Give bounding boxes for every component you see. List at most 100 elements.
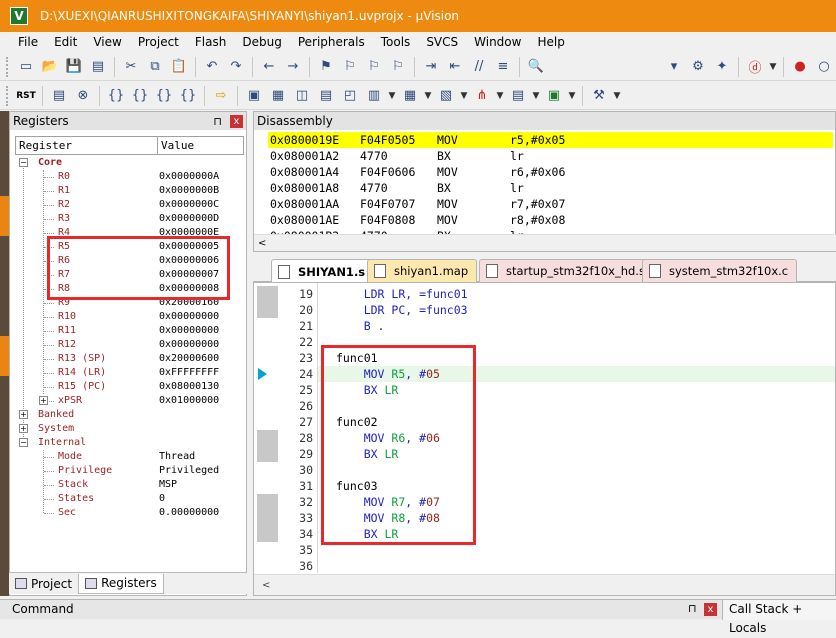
register-row[interactable]: R10 0x00000000 [10,310,246,324]
register-group-internal[interactable]: Internal [10,436,246,450]
editor-tab[interactable]: shiyan1.map [367,259,478,282]
register-row[interactable]: States 0 [10,492,246,506]
tab-registers[interactable]: Registers [78,573,164,594]
register-row[interactable]: Stack MSP [10,478,246,492]
menu-item-view[interactable]: View [85,35,129,49]
find-in-files-icon[interactable]: 🔍 [526,57,546,77]
executable-line-marker[interactable] [257,446,278,462]
register-row[interactable]: Mode Thread [10,450,246,464]
chevron-down-icon[interactable]: ▼ [566,86,578,106]
enable-breakpoint-icon[interactable]: ○ [814,57,834,77]
chevron-down-icon[interactable]: ▼ [386,86,398,106]
run-icon[interactable]: ▤ [49,86,69,106]
analysis-window-icon[interactable]: ⋔ [472,86,492,106]
step-into-icon[interactable]: {} [106,86,126,106]
disassembly-line[interactable]: 0x080001AE F04F0808 MOV r8,#0x08 [268,212,833,228]
chevron-down-icon[interactable]: ▼ [458,86,470,106]
editor-tab[interactable]: SHIYAN1.s [271,259,375,283]
bookmark-icon[interactable]: ⚑ [316,57,336,77]
register-group-core[interactable]: Core [10,156,246,170]
indent-icon[interactable]: ⇥ [421,57,441,77]
register-row[interactable]: xPSR 0x01000000 [10,394,246,408]
show-next-statement-icon[interactable]: ⇨ [211,86,231,106]
disassembly-line[interactable]: 0x080001A2 4770 BX lr [268,148,833,164]
editor-horizontal-scrollbar[interactable]: < [254,574,835,595]
tab-project[interactable]: Project [9,574,78,594]
register-row[interactable]: R11 0x00000000 [10,324,246,338]
executable-line-marker[interactable] [257,510,278,526]
memory-window-icon[interactable]: ▦ [400,86,420,106]
comment-icon[interactable]: // [469,57,489,77]
menu-item-tools[interactable]: Tools [373,35,419,49]
register-row[interactable]: R2 0x0000000C [10,198,246,212]
executable-line-marker[interactable] [257,286,278,302]
reset-icon[interactable]: RST [16,86,36,106]
save-icon[interactable]: 💾 [64,57,84,77]
register-row[interactable]: Privilege Privileged [10,464,246,478]
menu-item-file[interactable]: File [0,35,46,49]
disassembly-line[interactable]: 0x080001AA F04F0707 MOV r7,#0x07 [268,196,833,212]
chevron-down-icon[interactable]: ▼ [494,86,506,106]
next-bookmark-icon[interactable]: ⚐ [364,57,384,77]
close-icon[interactable]: x [230,114,243,128]
open-file-icon[interactable]: 📂 [40,57,60,77]
menu-item-svcs[interactable]: SVCS [418,35,466,49]
register-group-banked[interactable]: Banked [10,408,246,422]
register-row[interactable]: R0 0x0000000A [10,170,246,184]
pin-icon[interactable]: ⊓ [213,115,222,128]
column-value[interactable]: Value [158,137,194,154]
column-register[interactable]: Register [16,137,158,154]
step-over-icon[interactable]: {} [130,86,150,106]
register-row[interactable]: Sec 0.00000000 [10,506,246,520]
editor-gutter[interactable] [254,283,278,573]
chevron-down-icon[interactable]: ▼ [611,86,623,106]
serial-window-icon[interactable]: ▧ [436,86,456,106]
scroll-left-icon[interactable]: < [262,580,270,591]
prev-bookmark-icon[interactable]: ⚐ [340,57,360,77]
menu-item-debug[interactable]: Debug [234,35,289,49]
navigate-forward-icon[interactable]: → [283,57,303,77]
registers-window-icon[interactable]: ▤ [316,86,336,106]
undo-icon[interactable]: ↶ [202,57,222,77]
redo-icon[interactable]: ↷ [226,57,246,77]
chevron-down-icon[interactable]: ▼ [530,86,542,106]
code-editor[interactable]: 19 20 21 22 23 24 25 26 27 28 29 30 31 32 33 34 35 36 LDR… [253,282,836,596]
pin-icon[interactable]: ⊓ [688,602,697,615]
paste-icon[interactable]: 📋 [169,57,189,77]
cut-icon[interactable]: ✂ [121,57,141,77]
scroll-left-icon[interactable]: < [258,238,266,249]
menu-item-edit[interactable]: Edit [46,35,85,49]
debug-session-icon[interactable]: ⓓ [745,57,765,77]
register-row[interactable]: R1 0x0000000B [10,184,246,198]
configuration-icon[interactable]: ⚙ [688,57,708,77]
register-row[interactable]: R15 (PC) 0x08000130 [10,380,246,394]
editor-tab[interactable]: system_stm32f10x.c [642,259,798,282]
executable-line-marker[interactable] [257,430,278,446]
executable-line-marker[interactable] [257,302,278,318]
system-viewer-icon[interactable]: ▣ [544,86,564,106]
executable-line-marker[interactable] [257,494,278,510]
copy-icon[interactable]: ⧉ [145,57,165,77]
toolbox-icon[interactable]: ⚒ [589,86,609,106]
executable-line-marker[interactable] [257,526,278,542]
register-group-system[interactable]: System [10,422,246,436]
register-row[interactable]: R14 (LR) 0xFFFFFFFF [10,366,246,380]
unindent-icon[interactable]: ⇤ [445,57,465,77]
register-row[interactable]: R12 0x00000000 [10,338,246,352]
menu-item-peripherals[interactable]: Peripherals [290,35,373,49]
disassembly-window-icon[interactable]: ▦ [268,86,288,106]
call-stack-window-icon[interactable]: ◰ [340,86,360,106]
clear-bookmarks-icon[interactable]: ⚐ [388,57,408,77]
menu-item-project[interactable]: Project [130,35,187,49]
editor-tab[interactable]: startup_stm32f10x_hd.s [479,259,654,282]
symbols-window-icon[interactable]: ◫ [292,86,312,106]
breakpoint-icon[interactable]: ● [790,57,810,77]
command-window-icon[interactable]: ▣ [244,86,264,106]
navigate-back-icon[interactable]: ← [259,57,279,77]
menu-item-window[interactable]: Window [466,35,529,49]
stop-icon[interactable]: ⊗ [73,86,93,106]
disassembly-line[interactable]: 0x0800019E F04F0505 MOV r5,#0x05 [268,132,833,148]
target-dropdown-icon[interactable]: ▾ [664,57,684,77]
close-icon[interactable]: x [704,603,717,616]
run-to-cursor-icon[interactable]: {} [178,86,198,106]
